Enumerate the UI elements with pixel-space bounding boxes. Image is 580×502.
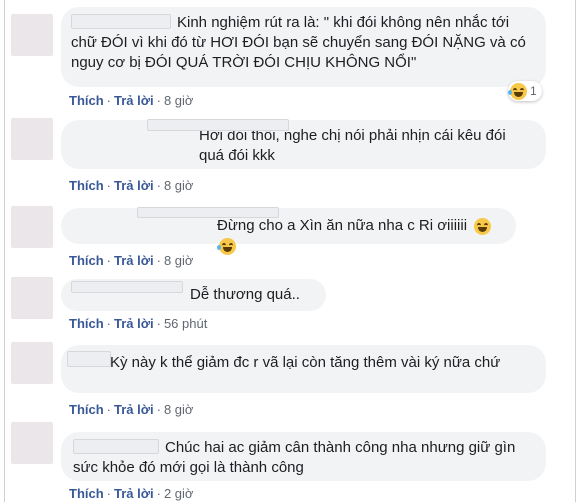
reply-link[interactable]: Trả lời [114,402,154,417]
timestamp[interactable]: 8 giờ [164,93,194,108]
comment-bubble: Kỳ này k thể giảm đc r vã lại còn tăng t… [61,345,546,393]
reaction-badge[interactable]: 1 [508,81,542,101]
like-link[interactable]: Thích [69,486,104,501]
like-link[interactable]: Thích [69,93,104,108]
avatar[interactable] [11,14,53,56]
like-link[interactable]: Thích [69,253,104,268]
reply-link[interactable]: Trả lời [114,253,154,268]
like-link[interactable]: Thích [69,316,104,331]
like-link[interactable]: Thích [69,178,104,193]
comment-bubble: Kinh nghiệm rút ra là: " khi đói không n… [61,7,546,87]
laughing-emoji-icon [217,237,236,255]
comment-bubble: Đừng cho a Xìn ăn nữa nha c Ri ơiiiiii [61,207,516,255]
avatar[interactable] [11,342,53,384]
commenter-name[interactable] [137,207,279,218]
like-link[interactable]: Thích [69,402,104,417]
commenter-name[interactable] [71,281,183,293]
comment-text: Dễ thương quá.. [190,286,300,303]
timestamp[interactable]: 2 giờ [164,486,194,501]
comment-actions: Thích · Trả lời · 2 giờ [69,486,194,501]
timestamp[interactable]: 56 phút [164,316,207,331]
commenter-name[interactable] [147,119,289,131]
avatar[interactable] [11,422,53,464]
comment-text: Hơi đói thôi, nghe chị nói phải nhịn cái… [199,127,510,164]
comment-bubble: Hơi đói thôi, nghe chị nói phải nhịn cái… [61,119,546,169]
timestamp[interactable]: 8 giờ [164,402,194,417]
comment-actions: Thích · Trả lời · 8 giờ [69,178,194,193]
comment-bubble: Dễ thương quá.. [61,279,326,311]
reply-link[interactable]: Trả lời [114,486,154,501]
commenter-name[interactable] [67,351,111,367]
reply-link[interactable]: Trả lời [114,93,154,108]
comment-actions: Thích · Trả lời · 56 phút [69,316,208,331]
comment-actions: Thích · Trả lời · 8 giờ [69,402,194,417]
laughing-emoji-icon [508,82,527,100]
reply-link[interactable]: Trả lời [114,316,154,331]
comment-actions: Thích · Trả lời · 8 giờ [69,253,194,268]
comment-text: Kỳ này k thể giảm đc r vã lại còn tăng t… [110,354,501,371]
comment-text: Đừng cho a Xìn ăn nữa nha c Ri ơiiiiii [217,217,468,234]
grinning-emoji-icon [474,217,492,235]
commenter-name[interactable] [71,14,171,29]
comment-actions: Thích · Trả lời · 8 giờ [69,93,194,108]
avatar[interactable] [11,206,53,248]
comments-panel: Kinh nghiệm rút ra là: " khi đói không n… [4,0,576,502]
comment-bubble: Chúc hai ac giảm cân thành công nha nhưn… [61,432,546,481]
commenter-name[interactable] [73,439,159,454]
reaction-count: 1 [530,84,537,98]
timestamp[interactable]: 8 giờ [164,178,194,193]
reply-link[interactable]: Trả lời [114,178,154,193]
avatar[interactable] [11,118,53,160]
avatar[interactable] [11,277,53,319]
timestamp[interactable]: 8 giờ [164,253,194,268]
